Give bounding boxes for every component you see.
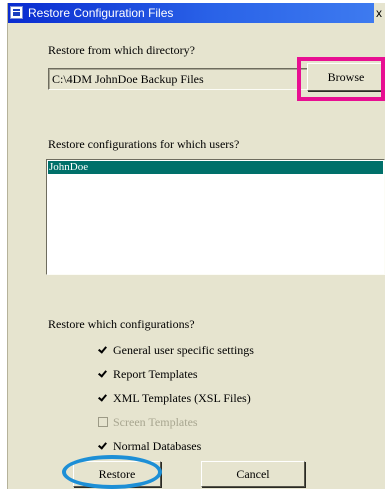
- checkbox-unchecked-icon: [98, 417, 108, 427]
- directory-prompt: Restore from which directory?: [48, 43, 195, 57]
- checkbox-checked-icon[interactable]: [98, 393, 108, 403]
- option-report-templates[interactable]: Report Templates: [98, 367, 198, 381]
- list-item-johndoe[interactable]: JohnDoe: [48, 161, 383, 174]
- close-icon[interactable]: x: [374, 3, 385, 23]
- option-label: General user specific settings: [113, 343, 254, 357]
- checkbox-checked-icon[interactable]: [98, 369, 108, 379]
- option-label: XML Templates (XSL Files): [113, 391, 251, 405]
- browse-highlight-annotation: [297, 57, 385, 101]
- users-prompt: Restore configurations for which users?: [48, 137, 240, 151]
- window-title: Restore Configuration Files: [28, 6, 174, 20]
- directory-path-field[interactable]: C:\4DM JohnDoe Backup Files: [48, 68, 308, 90]
- cancel-button[interactable]: Cancel: [201, 461, 305, 487]
- option-normal-databases[interactable]: Normal Databases: [98, 439, 201, 453]
- users-listbox[interactable]: JohnDoe: [46, 159, 385, 275]
- title-bar[interactable]: Restore Configuration Files x: [8, 3, 385, 23]
- app-icon: [10, 6, 23, 19]
- checkbox-checked-icon[interactable]: [98, 345, 108, 355]
- option-label: Screen Templates: [113, 415, 198, 429]
- option-xml-templates[interactable]: XML Templates (XSL Files): [98, 391, 251, 405]
- option-label: Report Templates: [113, 367, 198, 381]
- restore-highlight-annotation: [62, 455, 162, 489]
- configurations-prompt: Restore which configurations?: [48, 317, 195, 331]
- checkbox-checked-icon[interactable]: [98, 441, 108, 451]
- option-label: Normal Databases: [113, 439, 202, 453]
- option-screen-templates: Screen Templates: [98, 415, 198, 429]
- option-general-settings[interactable]: General user specific settings: [98, 343, 254, 357]
